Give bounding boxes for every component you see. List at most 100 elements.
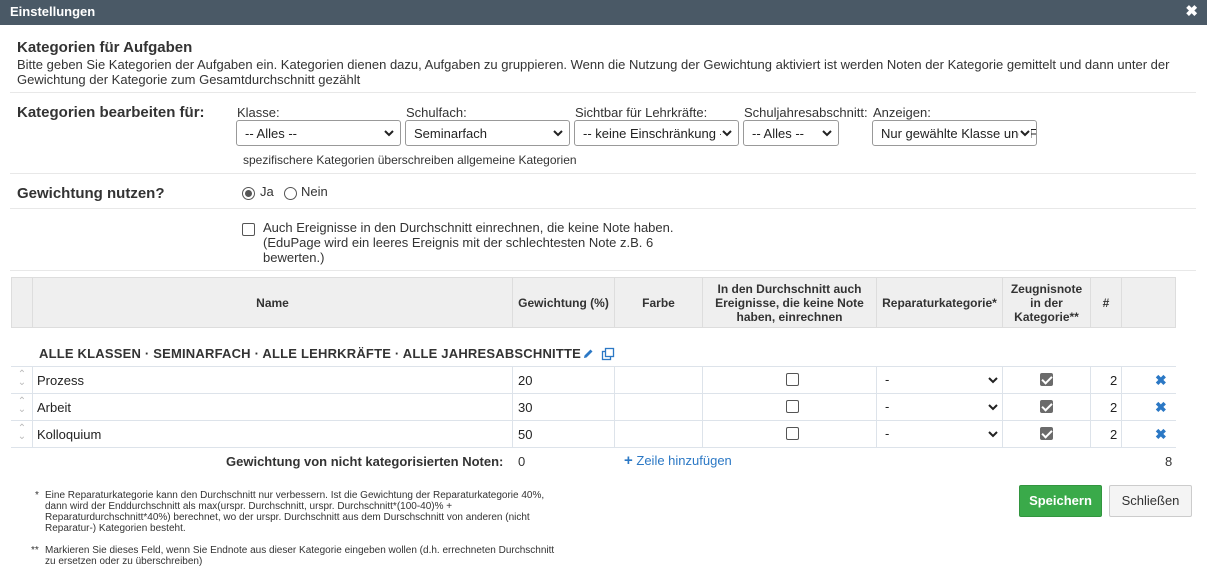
sichtbar-select[interactable]: -- keine Einschränkung -- <box>574 120 739 146</box>
klasse-select-value: -- Alles -- <box>245 126 297 141</box>
weighting-yes-radio[interactable] <box>242 187 255 200</box>
table-row: ⌃ ⌄ Kolloquium 50 - 2 ✖ <box>11 420 1176 448</box>
row-weight: 20 <box>518 373 533 388</box>
weighting-yes-label: Ja <box>260 184 274 199</box>
repair-cell: - <box>877 421 1003 447</box>
footnote-double-star: ** <box>31 545 39 556</box>
count-cell: 2 <box>1091 394 1122 420</box>
row-report-checkbox[interactable] <box>1040 373 1053 386</box>
page-heading: Kategorien für Aufgaben <box>17 39 193 56</box>
save-button[interactable]: Speichern <box>1019 485 1102 517</box>
schulfach-select[interactable]: Seminarfach <box>405 120 570 146</box>
row-count: 2 <box>1110 373 1118 388</box>
anzeigen-label: Anzeigen: <box>873 105 931 120</box>
chevron-down-icon <box>988 377 998 384</box>
color-cell[interactable] <box>615 367 703 393</box>
delete-icon[interactable]: ✖ <box>1155 426 1167 443</box>
abschnitt-select-value: -- Alles -- <box>752 126 804 141</box>
total-count: 8 <box>1165 454 1173 469</box>
row-name: Kolloquium <box>37 427 102 442</box>
group-title: ALLE KLASSEN · SEMINARFACH · ALLE LEHRKR… <box>39 346 582 361</box>
add-row-label: Zeile hinzufügen <box>636 453 732 468</box>
delete-icon[interactable]: ✖ <box>1155 399 1167 416</box>
edit-icon[interactable] <box>582 347 595 360</box>
report-cell <box>1003 394 1091 420</box>
repair-select[interactable]: - <box>885 423 999 445</box>
repair-select-value: - <box>885 372 890 387</box>
color-cell[interactable] <box>615 394 703 420</box>
close-icon[interactable]: ✖ <box>1185 2 1198 20</box>
row-count: 2 <box>1110 427 1118 442</box>
add-row-button[interactable]: + Zeile hinzufügen <box>624 452 732 469</box>
header-handle-col <box>12 278 33 327</box>
drag-handle-cell[interactable]: ⌃ ⌄ <box>11 367 33 393</box>
header-repair: Reparaturkategorie* <box>877 278 1003 327</box>
include-cell <box>703 394 877 420</box>
copy-icon[interactable] <box>601 347 615 361</box>
abschnitt-select[interactable]: -- Alles -- <box>743 120 839 146</box>
table-row: ⌃ ⌄ Arbeit 30 - 2 ✖ <box>11 393 1176 420</box>
actions-cell: ✖ <box>1122 394 1176 420</box>
report-cell <box>1003 367 1091 393</box>
row-include-checkbox[interactable] <box>786 400 799 413</box>
repair-select[interactable]: - <box>885 369 999 391</box>
schulfach-select-value: Seminarfach <box>414 126 487 141</box>
name-cell[interactable]: Kolloquium <box>33 421 513 447</box>
chevron-down-icon <box>721 127 733 139</box>
window-titlebar: Einstellungen ✖ <box>0 0 1207 25</box>
header-count: # <box>1091 278 1122 327</box>
color-cell[interactable] <box>615 421 703 447</box>
drag-handle-cell[interactable]: ⌃ ⌄ <box>11 421 33 447</box>
weighting-no-label: Nein <box>301 184 328 199</box>
close-button[interactable]: Schließen <box>1109 485 1192 517</box>
weight-cell[interactable]: 30 <box>513 394 615 420</box>
row-include-checkbox[interactable] <box>786 373 799 386</box>
uncategorized-value: 0 <box>518 454 526 469</box>
include-cell <box>703 421 877 447</box>
row-report-checkbox[interactable] <box>1040 400 1053 413</box>
weighting-no-radio[interactable] <box>284 187 297 200</box>
actions-cell: ✖ <box>1122 421 1176 447</box>
chevron-down-icon <box>553 130 563 137</box>
divider <box>10 270 1196 271</box>
footnote-star: * <box>35 490 39 501</box>
row-name: Arbeit <box>37 400 71 415</box>
footnote-report: Markieren Sie dieses Feld, wenn Sie Endn… <box>45 545 555 567</box>
chevron-down-icon <box>384 130 394 137</box>
actions-cell: ✖ <box>1122 367 1176 393</box>
report-cell <box>1003 421 1091 447</box>
schulfach-label: Schulfach: <box>406 105 467 120</box>
anzeigen-select[interactable]: Nur gewählte Klasse und Fach <box>872 120 1037 146</box>
drag-handle-icon[interactable]: ⌃ ⌄ <box>15 397 29 416</box>
divider <box>10 92 1196 93</box>
sichtbar-label: Sichtbar für Lehrkräfte: <box>575 105 708 120</box>
repair-select[interactable]: - <box>885 396 999 418</box>
filters-hint: spezifischere Kategorien überschreiben a… <box>243 153 577 167</box>
row-report-checkbox[interactable] <box>1040 427 1053 440</box>
weight-cell[interactable]: 50 <box>513 421 615 447</box>
row-name: Prozess <box>37 373 84 388</box>
repair-select-value: - <box>885 426 890 441</box>
name-cell[interactable]: Arbeit <box>33 394 513 420</box>
header-color: Farbe <box>615 278 703 327</box>
klasse-select[interactable]: -- Alles -- <box>236 120 401 146</box>
name-cell[interactable]: Prozess <box>33 367 513 393</box>
include-cell <box>703 367 877 393</box>
repair-cell: - <box>877 367 1003 393</box>
delete-icon[interactable]: ✖ <box>1155 372 1167 389</box>
header-report: Zeugnisnote in der Kategorie** <box>1003 278 1091 327</box>
drag-handle-cell[interactable]: ⌃ ⌄ <box>11 394 33 420</box>
weight-cell[interactable]: 20 <box>513 367 615 393</box>
repair-cell: - <box>877 394 1003 420</box>
page-description: Bitte geben Sie Kategorien der Aufgaben … <box>17 57 1170 87</box>
divider <box>10 173 1196 174</box>
window-title: Einstellungen <box>10 4 96 19</box>
row-count: 2 <box>1110 400 1118 415</box>
row-include-checkbox[interactable] <box>786 427 799 440</box>
drag-handle-icon[interactable]: ⌃ ⌄ <box>15 424 29 443</box>
drag-handle-icon[interactable]: ⌃ ⌄ <box>15 370 29 389</box>
divider <box>10 208 1196 209</box>
include-events-checkbox[interactable] <box>242 223 255 236</box>
header-actions <box>1122 278 1176 327</box>
table-header: Name Gewichtung (%) Farbe In den Durchsc… <box>11 277 1176 328</box>
